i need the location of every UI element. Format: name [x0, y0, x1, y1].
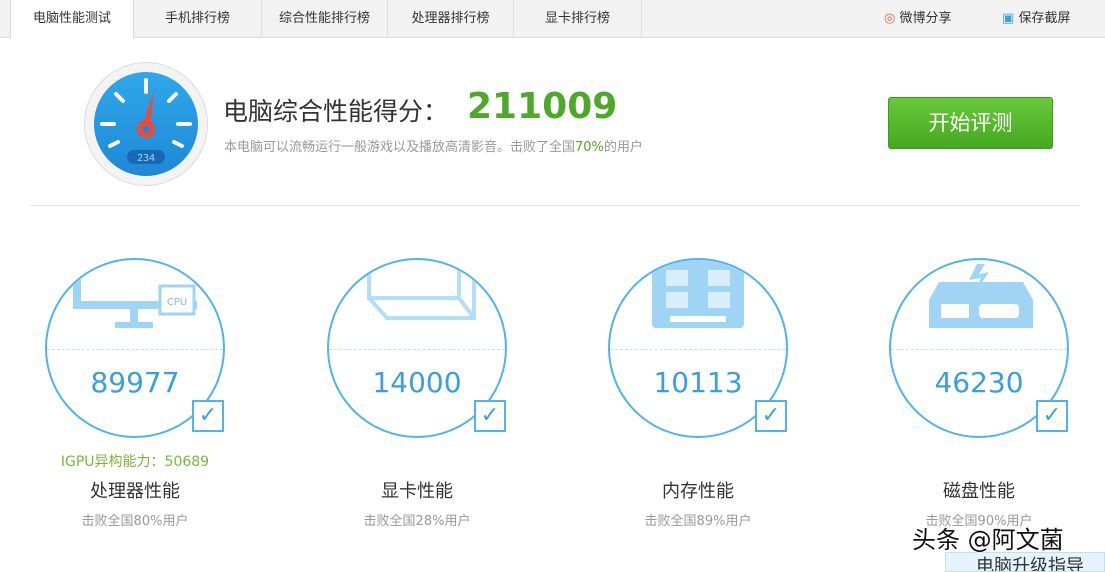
- gpu-score: 14000: [372, 366, 462, 399]
- start-test-button[interactable]: 开始评测: [888, 97, 1053, 149]
- gpu-cube-icon: [367, 260, 476, 320]
- memory-label: 内存性能: [662, 481, 734, 502]
- gpu-label: 显卡性能: [381, 481, 453, 502]
- score-title: 电脑综合性能得分：: [223, 97, 449, 126]
- tab-bar: 电脑性能测试 手机排行榜 综合性能排行榜 处理器排行榜 显卡排行榜 ◎ 微博分享…: [0, 0, 1105, 39]
- tab-phone-rank[interactable]: 手机排行榜: [134, 0, 262, 38]
- tab-gpu-rank[interactable]: 显卡排行榜: [514, 0, 642, 38]
- overall-score: 211009: [467, 86, 618, 127]
- weibo-label: 微博分享: [899, 11, 952, 26]
- tab-pc-test[interactable]: 电脑性能测试: [10, 0, 134, 39]
- save-screenshot-button[interactable]: ▣ 保存截屏: [1002, 0, 1070, 38]
- memory-beat: 击败全国89%用户: [644, 514, 752, 529]
- memory-score: 10113: [653, 366, 743, 399]
- score-description: 本电脑可以流畅运行一般游戏以及播放高清影音。击败了全国70%的用户: [224, 140, 643, 155]
- speedometer-icon: 234: [84, 62, 208, 186]
- checkmark-icon: ✓: [192, 400, 224, 432]
- svg-text:CPU: CPU: [167, 297, 187, 308]
- gpu-beat: 击败全国28%用户: [363, 514, 471, 529]
- igpu-score: IGPU异构能力：50689: [60, 454, 210, 470]
- memory-chip-icon: [652, 260, 744, 328]
- screenshot-label: 保存截屏: [1018, 11, 1071, 26]
- cpu-score: 89977: [90, 366, 180, 399]
- tab-cpu-rank[interactable]: 处理器排行榜: [388, 0, 514, 38]
- cpu-beat: 击败全国80%用户: [81, 514, 189, 529]
- weibo-icon: ◎: [884, 11, 896, 26]
- camera-icon: ▣: [1002, 11, 1015, 26]
- disk-score: 46230: [934, 366, 1024, 399]
- tab-overall-rank[interactable]: 综合性能排行榜: [262, 0, 388, 38]
- upgrade-guide-popup[interactable]: 电脑升级指导: [945, 552, 1105, 572]
- disk-drive-icon: [929, 264, 1033, 328]
- disk-label: 磁盘性能: [943, 481, 1015, 502]
- monitor-cpu-icon: CPU: [73, 260, 197, 328]
- weibo-share-button[interactable]: ◎ 微博分享: [884, 0, 952, 38]
- divider: [30, 205, 1080, 206]
- checkmark-icon: ✓: [1036, 400, 1068, 432]
- cpu-label: 处理器性能: [90, 481, 180, 502]
- checkmark-icon: ✓: [755, 400, 787, 432]
- checkmark-icon: ✓: [474, 400, 506, 432]
- gauge-display: 234: [137, 153, 155, 164]
- watermark: 头条 @阿文菌: [912, 526, 1064, 554]
